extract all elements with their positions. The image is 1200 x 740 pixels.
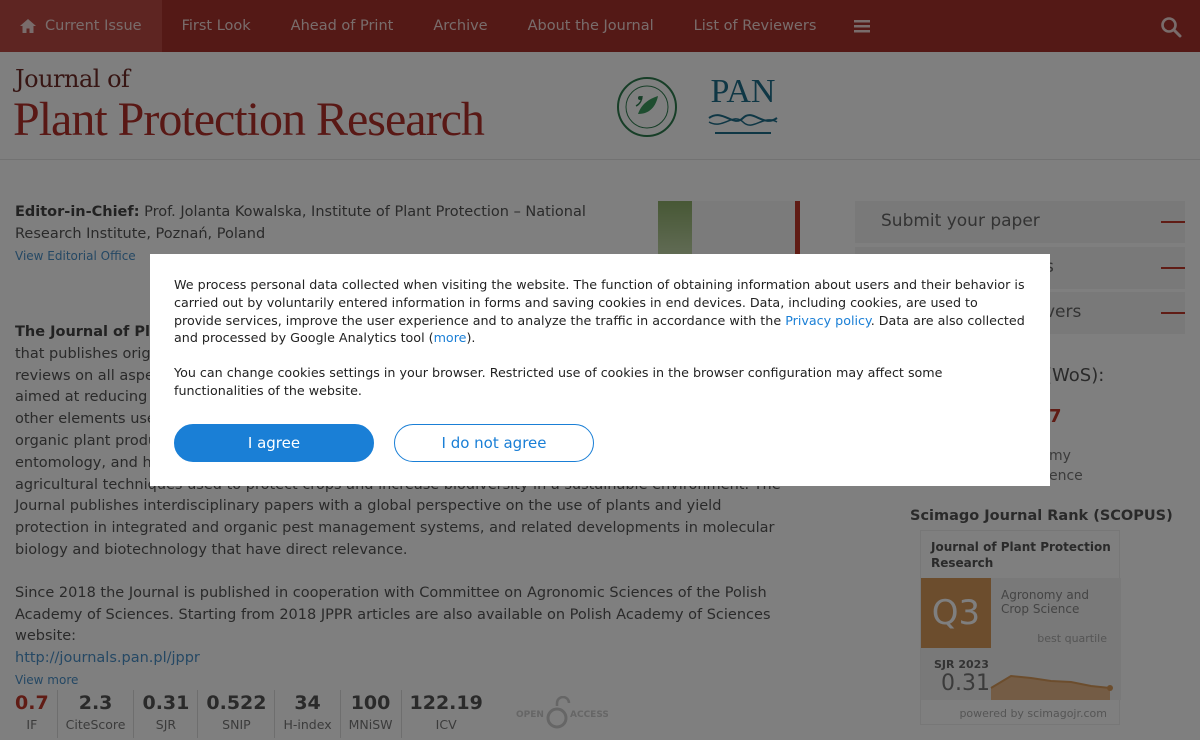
cookie-text-2: You can change cookies settings in your … xyxy=(174,365,943,398)
more-link[interactable]: more xyxy=(434,330,467,345)
cookie-text-1: We process personal data collected when … xyxy=(174,276,1026,347)
disagree-button[interactable]: I do not agree xyxy=(394,424,594,462)
privacy-policy-link[interactable]: Privacy policy xyxy=(785,313,871,328)
cookie-consent-dialog: We process personal data collected when … xyxy=(150,254,1050,486)
cookie-text-c: ). xyxy=(466,330,476,346)
agree-button[interactable]: I agree xyxy=(174,424,374,462)
